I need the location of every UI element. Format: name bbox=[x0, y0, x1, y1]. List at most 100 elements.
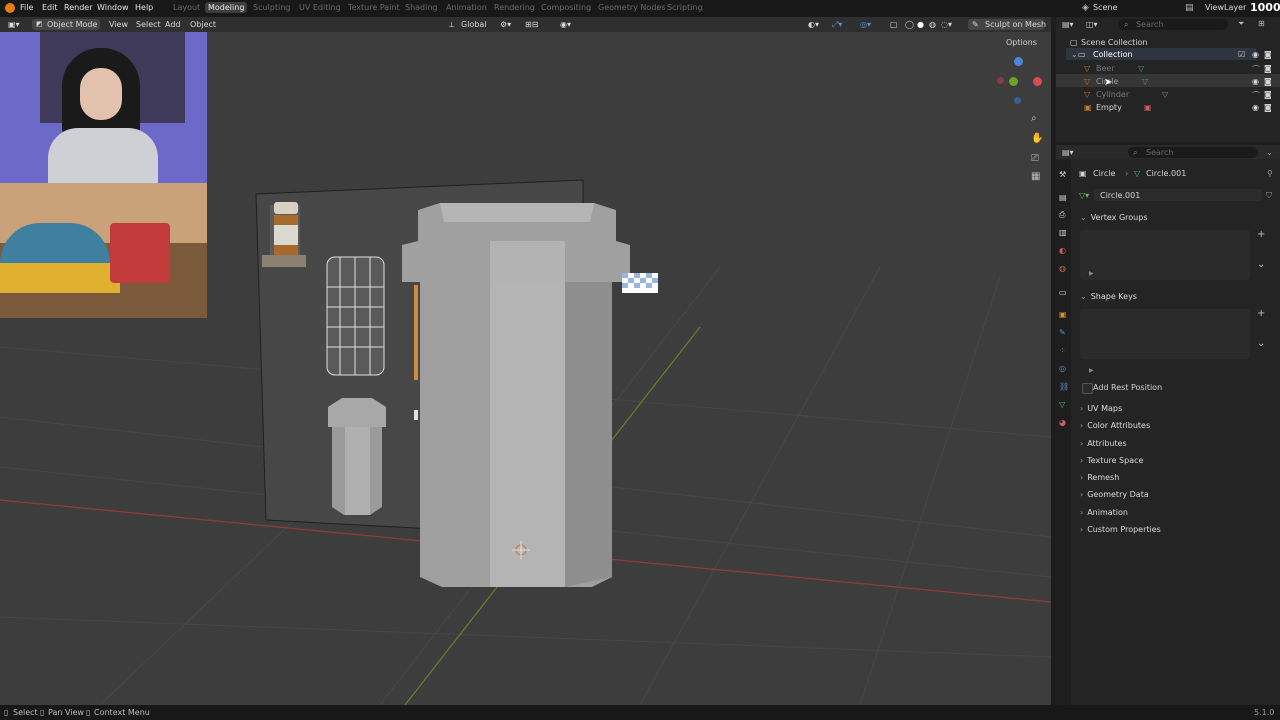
menu-render[interactable]: Render bbox=[64, 3, 92, 12]
shape-key-menu-icon[interactable]: ⌄ bbox=[1257, 338, 1265, 349]
properties-options-icon[interactable]: ⌄ bbox=[1266, 148, 1273, 157]
tab-texture-paint[interactable]: Texture Paint bbox=[348, 3, 400, 12]
outliner-editor-icon[interactable]: ▤▾ bbox=[1062, 20, 1074, 29]
tool-tab-icon[interactable]: ⚒ bbox=[1059, 170, 1066, 179]
physics-tab-icon[interactable]: ◎ bbox=[1059, 364, 1066, 373]
pivot-icon[interactable]: ⚙▾ bbox=[500, 20, 511, 29]
eye-icon[interactable]: ◉ bbox=[1252, 103, 1259, 112]
gizmo-y-icon[interactable] bbox=[1009, 77, 1018, 86]
scene-icon[interactable]: ◈ bbox=[1082, 3, 1089, 13]
3d-viewport[interactable]: ⌕ ✋ ⎚ ▦ bbox=[0, 17, 1051, 705]
render-tab-icon[interactable]: ▤ bbox=[1059, 193, 1067, 202]
display-mode-icon[interactable]: ◫▾ bbox=[1086, 20, 1098, 29]
gizmo-x-icon[interactable] bbox=[1033, 77, 1042, 86]
camera-icon[interactable]: ◙ bbox=[1264, 103, 1272, 112]
new-collection-icon[interactable]: ⊞ bbox=[1258, 19, 1265, 28]
xray-icon[interactable]: ▢ bbox=[890, 20, 898, 29]
navigation-gizmo[interactable] bbox=[995, 57, 1043, 105]
menu-view[interactable]: View bbox=[109, 20, 128, 29]
pan-hand-icon[interactable]: ✋ bbox=[1031, 133, 1043, 144]
rendered-shading-icon[interactable]: ◌▾ bbox=[941, 20, 952, 29]
panel-custom-properties[interactable]: › Custom Properties bbox=[1080, 525, 1270, 539]
outliner-search-input[interactable] bbox=[1118, 19, 1228, 30]
overlay-toggle-icon[interactable]: ◎▾ bbox=[860, 20, 871, 29]
shape-keys-list[interactable] bbox=[1080, 309, 1250, 359]
editor-type-icon[interactable]: ▣▾ bbox=[8, 20, 20, 29]
list-expand-icon[interactable]: ▶ bbox=[1089, 270, 1094, 277]
view-layer-tab-icon[interactable]: ▥ bbox=[1059, 228, 1067, 237]
menu-window[interactable]: Window bbox=[97, 3, 129, 12]
output-tab-icon[interactable]: ⎙ bbox=[1059, 210, 1065, 220]
menu-object[interactable]: Object bbox=[190, 20, 216, 29]
panel-attributes[interactable]: › Attributes bbox=[1080, 439, 1270, 453]
menu-help[interactable]: Help bbox=[135, 3, 153, 12]
collection-tab-icon[interactable]: ▭ bbox=[1059, 288, 1067, 297]
perspective-grid-icon[interactable]: ▦ bbox=[1031, 171, 1040, 182]
panel-vertex-groups[interactable]: ⌄ Vertex Groups bbox=[1080, 213, 1270, 227]
zoom-icon[interactable]: ⌕ bbox=[1031, 113, 1037, 124]
panel-texture-space[interactable]: › Texture Space bbox=[1080, 456, 1270, 470]
menu-select[interactable]: Select bbox=[136, 20, 161, 29]
particles-tab-icon[interactable]: ⁘ bbox=[1059, 346, 1066, 355]
vertex-groups-list[interactable] bbox=[1080, 230, 1250, 280]
collection-eye-icon[interactable]: ◉ bbox=[1252, 50, 1259, 59]
panel-geometry-data[interactable]: › Geometry Data bbox=[1080, 490, 1270, 504]
menu-file[interactable]: File bbox=[20, 3, 33, 12]
outliner-item-beer[interactable]: Beer bbox=[1096, 64, 1115, 73]
eye-icon[interactable]: ◉ bbox=[1252, 77, 1259, 86]
solid-shading-icon[interactable]: ● bbox=[917, 20, 924, 29]
add-vertex-group-icon[interactable]: + bbox=[1257, 229, 1265, 240]
gizmo-z-icon[interactable] bbox=[1014, 57, 1023, 66]
pin-icon[interactable]: ⚲ bbox=[1267, 169, 1273, 178]
menu-edit[interactable]: Edit bbox=[42, 3, 58, 12]
panel-color-attributes[interactable]: › Color Attributes bbox=[1080, 421, 1270, 435]
camera-icon[interactable]: ◙ bbox=[1264, 64, 1272, 73]
options-dropdown[interactable]: Options bbox=[1006, 38, 1037, 47]
tab-sculpting[interactable]: Sculpting bbox=[253, 3, 290, 12]
panel-remesh[interactable]: › Remesh bbox=[1080, 473, 1270, 487]
scene-collection-label[interactable]: Scene Collection bbox=[1081, 38, 1148, 47]
snap-icon[interactable]: ⊞⊟ bbox=[525, 20, 538, 29]
collection-expand-icon[interactable]: ⌄ bbox=[1071, 50, 1078, 59]
blender-logo-icon[interactable] bbox=[5, 3, 15, 13]
camera-view-icon[interactable]: ⎚ bbox=[1031, 153, 1039, 164]
gizmo-toggle-icon[interactable]: ⤢▾ bbox=[832, 20, 842, 30]
camera-icon[interactable]: ◙ bbox=[1264, 77, 1272, 86]
material-tab-icon[interactable]: ◕ bbox=[1059, 418, 1066, 427]
panel-uv-maps[interactable]: › UV Maps bbox=[1080, 404, 1270, 418]
mesh-browse-icon[interactable]: ▽▾ bbox=[1079, 191, 1089, 200]
collection-checkbox-icon[interactable]: ☑ bbox=[1238, 50, 1245, 59]
material-shading-icon[interactable]: ◍ bbox=[929, 20, 936, 29]
modifier-tab-icon[interactable]: ✎ bbox=[1059, 328, 1066, 337]
view-layer-name[interactable]: ViewLayer bbox=[1205, 3, 1246, 12]
tab-uv-editing[interactable]: UV Editing bbox=[299, 3, 341, 12]
gizmo-neg-z-icon[interactable] bbox=[1014, 97, 1021, 104]
object-tab-icon[interactable]: ▣ bbox=[1059, 310, 1067, 319]
scene-name[interactable]: Scene bbox=[1093, 3, 1117, 12]
tab-geometry-nodes[interactable]: Geometry Nodes bbox=[598, 3, 665, 12]
tab-compositing[interactable]: Compositing bbox=[541, 3, 591, 12]
view-layer-icon[interactable]: ▤ bbox=[1185, 3, 1194, 13]
tab-layout[interactable]: Layout bbox=[173, 3, 200, 12]
add-shape-key-icon[interactable]: + bbox=[1257, 308, 1265, 319]
tab-animation[interactable]: Animation bbox=[446, 3, 487, 12]
fake-user-shield-icon[interactable]: ⛉ bbox=[1266, 191, 1272, 201]
properties-editor-icon[interactable]: ▤▾ bbox=[1062, 148, 1074, 157]
visibility-icon[interactable]: ◐▾ bbox=[808, 20, 819, 29]
orientation-dropdown[interactable]: Global bbox=[461, 20, 487, 29]
list-expand-icon[interactable]: ▶ bbox=[1089, 367, 1094, 374]
filter-icon[interactable]: ⏷ bbox=[1238, 19, 1244, 29]
outliner-item-empty[interactable]: Empty bbox=[1096, 103, 1122, 112]
constraints-tab-icon[interactable]: ⛓ bbox=[1059, 382, 1069, 391]
wireframe-shading-icon[interactable]: ◯ bbox=[905, 20, 914, 29]
hide-icon[interactable]: ⌒ bbox=[1252, 90, 1260, 101]
panel-animation[interactable]: › Animation bbox=[1080, 508, 1270, 522]
mesh-data-tab-icon[interactable]: ▽ bbox=[1059, 400, 1065, 409]
scene-tab-icon[interactable]: ◐ bbox=[1059, 246, 1066, 255]
vertex-group-menu-icon[interactable]: ⌄ bbox=[1257, 259, 1265, 270]
collection-camera-icon[interactable]: ◙ bbox=[1264, 50, 1272, 59]
tab-shading[interactable]: Shading bbox=[405, 3, 438, 12]
tab-rendering[interactable]: Rendering bbox=[494, 3, 535, 12]
outliner-item-cylinder[interactable]: Cylinder bbox=[1096, 90, 1129, 99]
panel-shape-keys[interactable]: ⌄ Shape Keys bbox=[1080, 292, 1270, 306]
